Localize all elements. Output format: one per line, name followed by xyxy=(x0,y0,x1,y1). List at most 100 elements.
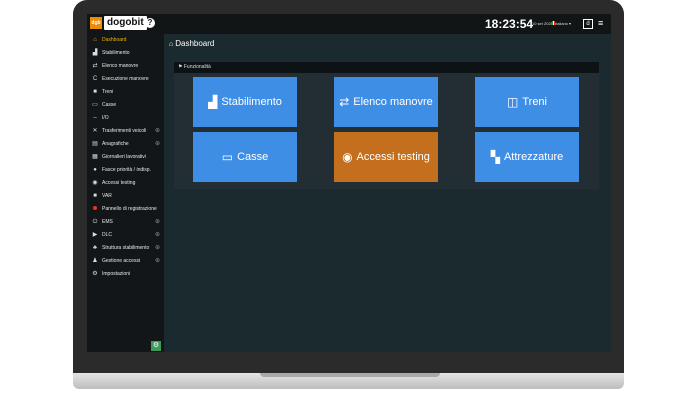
user-icon: ◉ xyxy=(92,180,98,186)
c-icon: C xyxy=(92,76,98,82)
tile-accessi-testing[interactable]: ◉ Accessi testing xyxy=(334,132,438,182)
sidebar-item-label: Accessi testing xyxy=(102,180,136,186)
sidebar-item-label: Fasce priorità / indisp. xyxy=(102,167,151,173)
page-title-text: Dashboard xyxy=(175,39,215,48)
sidebar-item-label: DLC xyxy=(102,232,113,238)
tile-label: Stabilimento xyxy=(221,96,282,108)
user-menu-button[interactable]: d xyxy=(583,19,593,29)
grid-icon: ▚ xyxy=(490,150,500,164)
tile-label: Casse xyxy=(237,151,269,163)
help-icon[interactable]: ? xyxy=(145,18,155,28)
sidebar-item-struttura-stabilimento[interactable]: ♣ Struttura stabilimento ⊕ xyxy=(87,242,164,255)
tile-elenco-manovre[interactable]: ⇄ Elenco manovre xyxy=(334,77,438,127)
sidebar-settings-button[interactable]: ⚙ xyxy=(151,341,161,351)
gear-icon: ⚙ xyxy=(92,271,98,277)
sidebar-item-label: Anagrafiche xyxy=(102,141,129,147)
tile-label: Treni xyxy=(522,96,547,108)
sidebar-item-dlc[interactable]: ▶ DLC ⊕ xyxy=(87,229,164,242)
sidebar-item-label: Pannello di registrazione xyxy=(102,206,157,212)
sidebar-item-giornalieri-lavorativi[interactable]: ▦ Giornalieri lavorativi xyxy=(87,151,164,164)
sidebar-item-pannello-registrazione[interactable]: Pannello di registrazione xyxy=(87,203,164,216)
train-icon: ◫ xyxy=(507,95,519,109)
swap-icon: ⇄ xyxy=(339,95,350,109)
sidebar-item-label: VAR xyxy=(102,193,112,199)
play-icon: ▶ xyxy=(92,232,98,238)
sidebar-item-casse[interactable]: ▭ Casse xyxy=(87,99,164,112)
sidebar-item-ems[interactable]: ⏻ EMS ⊕ xyxy=(87,216,164,229)
sidebar-item-label: Gestione accessi xyxy=(102,258,141,264)
tile-label: Elenco manovre xyxy=(353,96,433,108)
user-icon: ◉ xyxy=(342,150,353,164)
expand-icon: ⊕ xyxy=(155,141,161,147)
sidebar-item-label: Trasferimenti veicoli xyxy=(102,128,147,134)
sidebar-item-label: Casse xyxy=(102,102,117,108)
tile-label: Attrezzature xyxy=(503,151,564,163)
panel-title: ⚑ Funzionalità xyxy=(178,64,211,70)
features-panel: ▟ Stabilimento ⇄ Elenco manovre ◫ Treni ▭ Ca… xyxy=(174,73,599,189)
tile-label: Accessi testing xyxy=(356,151,430,163)
tile-casse[interactable]: ▭ Casse xyxy=(193,132,297,182)
record-icon xyxy=(91,203,99,216)
sidebar-item-accessi-testing[interactable]: ◉ Accessi testing xyxy=(87,177,164,190)
tile-stabilimento[interactable]: ▟ Stabilimento xyxy=(193,77,297,127)
home-icon: ⌂ xyxy=(169,41,174,48)
sidebar-item-label: Treni xyxy=(102,89,114,95)
sidebar-item-label: Esecuzione manovre xyxy=(102,76,149,82)
expand-icon: ⊕ xyxy=(155,245,161,251)
sidebar-item-label: EMS xyxy=(102,219,113,225)
sidebar-item-elenco-manovre[interactable]: ⇄ Elenco manovre xyxy=(87,60,164,73)
hamburger-icon[interactable]: ≡ xyxy=(598,18,603,28)
sidebar-item-esecuzione-manovre[interactable]: C Esecuzione manovre xyxy=(87,73,164,86)
sidebar-item-fasce-priorita[interactable]: ● Fasce priorità / indisp. xyxy=(87,164,164,177)
sidebar-item-dashboard[interactable]: ⌂ Dashboard xyxy=(87,34,164,47)
page-title: ⌂ Dashboard xyxy=(169,39,214,48)
tile-attrezzature[interactable]: ▚ Attrezzature xyxy=(475,132,579,182)
expand-icon: ⊕ xyxy=(155,219,161,225)
sidebar-item-impostazioni[interactable]: ⚙ Impostazioni xyxy=(87,268,164,281)
factory-icon: ▟ xyxy=(92,50,98,56)
list-icon: ▤ xyxy=(92,141,98,147)
dash-icon: – xyxy=(93,115,97,121)
sidebar-item-stabilimento[interactable]: ▟ Stabilimento xyxy=(87,47,164,60)
sidebar-item-label: Stabilimento xyxy=(102,50,130,56)
sidebar-item-var[interactable]: ■ VAR xyxy=(87,190,164,203)
sidebar-item-gestione-accessi[interactable]: ♟ Gestione accessi ⊕ xyxy=(87,255,164,268)
sidebar-item-io[interactable]: – I/O xyxy=(87,112,164,125)
sidebar-item-label: Dashboard xyxy=(102,37,127,43)
sidebar: ⌂ Dashboard ▟ Stabilimento ⇄ Elenco mano… xyxy=(87,34,164,352)
panel-header: ⚑ Funzionalità xyxy=(174,62,599,73)
sidebar-item-label: Giornalieri lavorativi xyxy=(102,154,146,160)
top-bar: dgb dogobit ? 18:23:54 10 set 2025 Itali… xyxy=(87,14,611,34)
date-label: 10 set 2025 xyxy=(532,21,553,26)
expand-icon: ⊕ xyxy=(155,232,161,238)
calendar-icon: ▦ xyxy=(92,154,98,160)
factory-icon: ▟ xyxy=(208,95,218,109)
sidebar-item-label: Struttura stabilimento xyxy=(102,245,150,251)
home-icon: ⌂ xyxy=(93,37,97,43)
clock: 18:23:54 xyxy=(485,17,534,31)
box-icon: ▭ xyxy=(221,150,234,164)
sidebar-item-anagrafiche[interactable]: ▤ Anagrafiche ⊕ xyxy=(87,138,164,151)
expand-icon: ⊕ xyxy=(155,258,161,264)
expand-icon: ⊕ xyxy=(155,128,161,134)
laptop-hinge xyxy=(260,373,440,377)
sitemap-icon: ♣ xyxy=(93,245,97,251)
box-icon: ▭ xyxy=(92,102,98,108)
panel-title-text: Funzionalità xyxy=(183,64,211,70)
language-select[interactable]: Italiano ▾ xyxy=(555,21,571,26)
sidebar-item-treni[interactable]: ■ Treni xyxy=(87,86,164,99)
app-logo[interactable]: dogobit xyxy=(104,16,147,30)
sidebar-item-label: I/O xyxy=(102,115,109,121)
sidebar-item-label: Elenco manovre xyxy=(102,63,139,69)
power-icon: ⏻ xyxy=(92,219,98,225)
sidebar-item-trasferimenti-veicoli[interactable]: ✕ Trasferimenti veicoli ⊕ xyxy=(87,125,164,138)
users-icon: ♟ xyxy=(92,258,98,264)
sidebar-item-label: Impostazioni xyxy=(102,271,131,277)
swap-icon: ⇄ xyxy=(92,63,98,69)
train-icon: ■ xyxy=(93,89,97,95)
camera-icon: ■ xyxy=(93,193,97,199)
shuffle-icon: ✕ xyxy=(92,128,98,134)
tile-treni[interactable]: ◫ Treni xyxy=(475,77,579,127)
logo-mark[interactable]: dgb xyxy=(90,17,102,29)
app-screen: dgb dogobit ? 18:23:54 10 set 2025 Itali… xyxy=(87,14,611,352)
